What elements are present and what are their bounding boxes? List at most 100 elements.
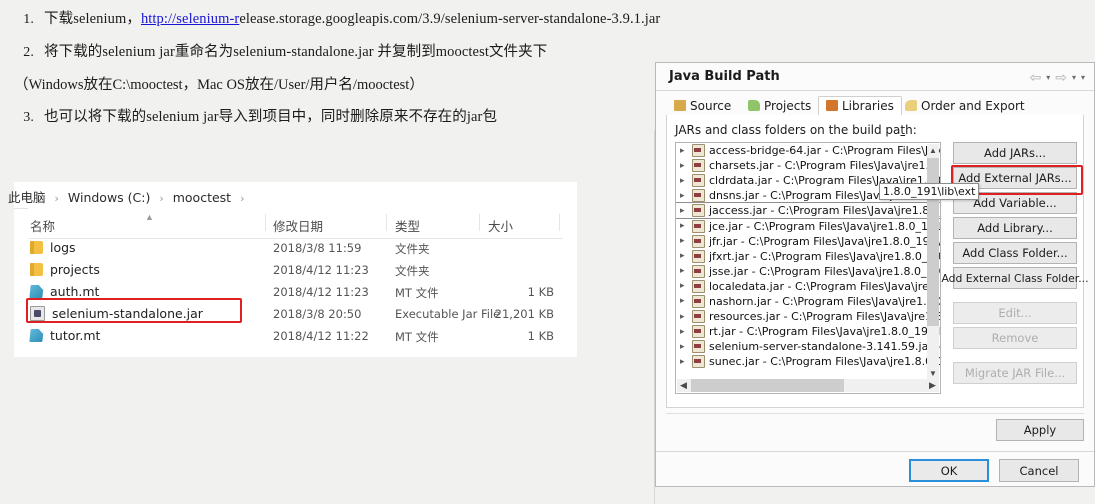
list-item[interactable]: ▸ resources.jar - C:\Program Files\Java\j… (676, 309, 940, 324)
expand-arrow-icon[interactable]: ▸ (680, 327, 688, 337)
libraries-panel: JARs and class folders on the build path… (666, 115, 1089, 408)
column-divider[interactable] (479, 214, 480, 231)
expand-arrow-icon[interactable]: ▸ (680, 146, 688, 156)
jar-path: sunec.jar - C:\Program Files\Java\jre1.8… (709, 355, 940, 369)
forward-arrow-icon[interactable]: ⇨ (1055, 69, 1067, 86)
cancel-button[interactable]: Cancel (999, 459, 1079, 482)
chevron-down-icon[interactable]: ▾ (1046, 73, 1050, 82)
file-name-cell[interactable]: logs (30, 240, 76, 255)
breadcrumb-item-mooctest[interactable]: mooctest (173, 190, 231, 205)
file-type: MT 文件 (395, 330, 439, 344)
column-header-size[interactable]: 大小 (488, 216, 513, 235)
jar-path: resources.jar - C:\Program Files\Java\jr… (709, 310, 941, 324)
expand-arrow-icon[interactable]: ▸ (680, 342, 688, 352)
jar-path: rt.jar - C:\Program Files\Java\jre1.8.0_… (709, 325, 941, 339)
jar-path: jfxrt.jar - C:\Program Files\Java\jre1.8… (709, 249, 940, 263)
list-item[interactable]: ▸ sunec.jar - C:\Program Files\Java\jre1.… (676, 354, 940, 369)
tutorial-step-2: 2. 将下载的selenium jar重命名为selenium-standalo… (0, 40, 660, 61)
expand-arrow-icon[interactable]: ▸ (680, 176, 688, 186)
chevron-down-icon[interactable]: ▾ (1072, 73, 1076, 82)
list-item[interactable]: ▸ jfr.jar - C:\Program Files\Java\jre1.8.… (676, 234, 940, 249)
tab-order-and-export[interactable]: Order and Export (897, 96, 1033, 115)
table-row[interactable]: auth.mt 2018/4/12 11:23 MT 文件 1 KB (28, 282, 563, 304)
jar-icon (692, 325, 705, 339)
scrollbar-thumb[interactable] (691, 379, 844, 392)
file-name-cell[interactable]: auth.mt (29, 284, 99, 299)
vertical-scrollbar[interactable]: ▲ ▼ (927, 144, 939, 380)
tab-projects[interactable]: Projects (740, 96, 819, 115)
list-item-selected[interactable]: ▸ jaccess.jar - C:\Program Files\Java\jre… (676, 202, 940, 220)
list-item[interactable]: ▸ charsets.jar - C:\Program Files\Java\jr… (676, 158, 940, 173)
scroll-left-icon[interactable]: ◀ (677, 379, 690, 392)
list-item[interactable]: ▸ jsse.jar - C:\Program Files\Java\jre1.8… (676, 264, 940, 279)
list-item[interactable]: ▸ jce.jar - C:\Program Files\Java\jre1.8.… (676, 218, 940, 233)
column-header-name[interactable]: 名称 (30, 216, 55, 235)
add-library-button[interactable]: Add Library... (953, 217, 1077, 239)
expand-arrow-icon[interactable]: ▸ (680, 236, 688, 246)
file-size: 21,201 KB (494, 307, 554, 321)
table-row[interactable]: logs 2018/3/8 11:59 文件夹 (28, 238, 563, 260)
file-date: 2018/3/8 11:59 (273, 241, 362, 255)
column-divider[interactable] (386, 214, 387, 231)
column-header-date[interactable]: 修改日期 (273, 216, 323, 235)
jar-path: nashorn.jar - C:\Program Files\Java\jre1… (709, 294, 940, 308)
remove-button: Remove (953, 327, 1077, 349)
file-date: 2018/4/12 11:22 (273, 329, 369, 343)
panel-description: JARs and class folders on the build path… (675, 123, 917, 137)
add-jars-button[interactable]: Add JARs... (953, 142, 1077, 164)
list-item[interactable]: ▸ localedata.jar - C:\Program Files\Java\… (676, 279, 940, 294)
file-list-header: 名称 ▲ 修改日期 类型 大小 (28, 208, 563, 239)
expand-arrow-icon[interactable]: ▸ (680, 357, 688, 367)
table-row[interactable]: selenium-standalone.jar 2018/3/8 20:50 E… (28, 304, 563, 326)
column-divider[interactable] (559, 214, 560, 231)
breadcrumb-item-this-pc[interactable]: 此电脑 (8, 190, 46, 205)
apply-button[interactable]: Apply (996, 419, 1084, 441)
jar-icon (692, 174, 705, 188)
column-header-type[interactable]: 类型 (395, 216, 420, 235)
panel-description-a: JARs and class folders on the build pa (675, 123, 901, 137)
jar-icon (692, 234, 705, 248)
address-bar[interactable]: 此电脑 › Windows (C:) › mooctest › (8, 182, 577, 209)
expand-arrow-icon[interactable]: ▸ (680, 191, 688, 201)
expand-arrow-icon[interactable]: ▸ (680, 251, 688, 261)
scroll-right-icon[interactable]: ▶ (926, 379, 939, 392)
horizontal-scrollbar[interactable]: ◀ ▶ (677, 379, 939, 392)
expand-arrow-icon[interactable]: ▸ (680, 206, 688, 216)
back-arrow-icon[interactable]: ⇦ (1029, 69, 1041, 86)
jar-path: jce.jar - C:\Program Files\Java\jre1.8.0… (709, 219, 941, 233)
expand-arrow-icon[interactable]: ▸ (680, 266, 688, 276)
file-name-cell[interactable]: projects (30, 262, 100, 277)
expand-arrow-icon[interactable]: ▸ (680, 296, 688, 306)
tab-libraries[interactable]: Libraries (818, 96, 902, 115)
expand-arrow-icon[interactable]: ▸ (680, 281, 688, 291)
expand-arrow-icon[interactable]: ▸ (680, 312, 688, 322)
table-row[interactable]: projects 2018/4/12 11:23 文件夹 (28, 260, 563, 282)
menu-chevron-icon[interactable]: ▾ (1081, 73, 1085, 82)
file-name-cell[interactable]: selenium-standalone.jar (30, 306, 203, 321)
tab-source[interactable]: Source (666, 96, 739, 115)
file-name-cell[interactable]: tutor.mt (29, 328, 100, 343)
list-item[interactable]: ▸ selenium-server-standalone-3.141.59.jar… (676, 339, 940, 354)
migrate-jar-file-button: Migrate JAR File... (953, 362, 1077, 384)
tutorial-step-3: 3. 也可以将下载的selenium jar导入到项目中，同时删除原来不存在的j… (0, 105, 660, 126)
add-external-class-folder-button[interactable]: Add External Class Folder... (941, 267, 1089, 289)
expand-arrow-icon[interactable]: ▸ (680, 221, 688, 231)
tutorial-step-1: 1. 下载selenium，http://selenium-release.st… (0, 7, 660, 28)
mt-file-icon (29, 329, 44, 342)
list-item[interactable]: ▸ access-bridge-64.jar - C:\Program Files… (676, 143, 940, 158)
scroll-up-icon[interactable]: ▲ (927, 144, 939, 157)
jar-path: jsse.jar - C:\Program Files\Java\jre1.8.… (709, 264, 941, 278)
expand-arrow-icon[interactable]: ▸ (680, 161, 688, 171)
selenium-download-link[interactable]: http://selenium-r (141, 11, 239, 27)
list-item[interactable]: ▸ rt.jar - C:\Program Files\Java\jre1.8.0… (676, 324, 940, 339)
add-class-folder-button[interactable]: Add Class Folder... (953, 242, 1077, 264)
list-item[interactable]: ▸ jfxrt.jar - C:\Program Files\Java\jre1.… (676, 249, 940, 264)
table-row[interactable]: tutor.mt 2018/4/12 11:22 MT 文件 1 KB (28, 326, 563, 348)
list-item[interactable]: ▸ nashorn.jar - C:\Program Files\Java\jre… (676, 294, 940, 309)
jar-list[interactable]: ▸ access-bridge-64.jar - C:\Program Files… (675, 142, 941, 394)
column-divider[interactable] (265, 214, 266, 231)
breadcrumb-item-windows-c[interactable]: Windows (C:) (68, 190, 150, 205)
ok-button[interactable]: OK (909, 459, 989, 482)
jar-icon (692, 159, 705, 173)
screenshot-root: 1. 下载selenium，http://selenium-release.st… (0, 0, 1095, 504)
